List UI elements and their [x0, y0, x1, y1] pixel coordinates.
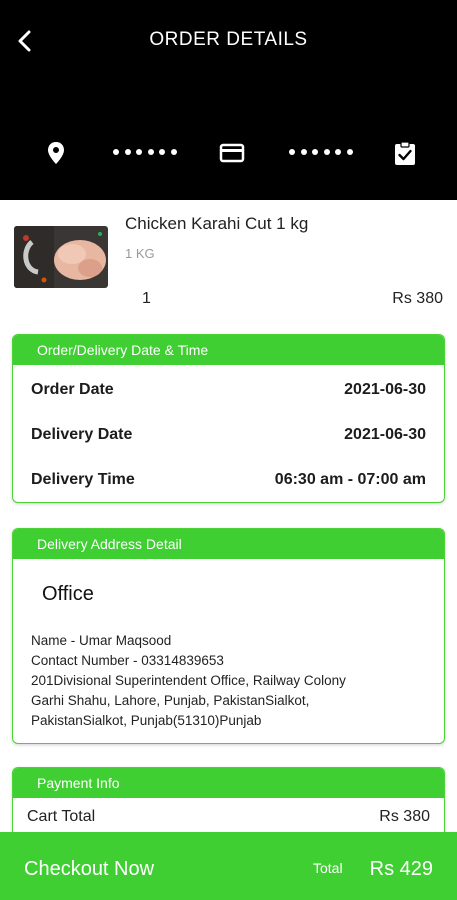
location-pin-icon: [42, 139, 70, 167]
header-bar: ORDER DETAILS: [0, 0, 457, 200]
item-name: Chicken Karahi Cut 1 kg: [125, 214, 309, 233]
address-line: Name - Umar Maqsood: [31, 633, 172, 648]
product-image: [14, 226, 108, 288]
checkout-bar[interactable]: Checkout Now Total Rs 429: [0, 832, 457, 900]
checkout-button[interactable]: Checkout Now: [24, 858, 154, 881]
cart-total-row: Cart Total Rs 380: [27, 808, 430, 826]
address-line: 201Divisional Superintendent Office, Rai…: [31, 673, 346, 688]
total-value: Rs 429: [369, 858, 433, 880]
item-quantity: 1: [142, 290, 151, 307]
order-date-value: 2021-06-30: [344, 381, 426, 398]
order-item: Chicken Karahi Cut 1 kg 1 KG 1 Rs 380: [0, 200, 457, 320]
delivery-date-label: Delivery Date: [31, 426, 133, 443]
address-type: Office: [42, 583, 94, 605]
address-line: Garhi Shahu, Lahore, Punjab, PakistanSia…: [31, 693, 310, 708]
delivery-time-row: Delivery Time 06:30 am - 07:00 am: [31, 471, 426, 495]
delivery-time-label: Delivery Time: [31, 471, 135, 488]
item-price: Rs 380: [392, 290, 443, 307]
order-date-label: Order Date: [31, 381, 114, 398]
cart-total-label: Cart Total: [27, 808, 96, 825]
address-card: Delivery Address Detail Office Name - Um…: [12, 528, 445, 744]
item-unit: 1 KG: [125, 246, 155, 261]
step-dots: [113, 149, 177, 157]
progress-steps: [0, 135, 457, 171]
order-date-row: Order Date 2021-06-30: [31, 381, 426, 405]
datetime-card-heading: Order/Delivery Date & Time: [13, 335, 444, 365]
delivery-date-value: 2021-06-30: [344, 426, 426, 443]
address-details: Name - Umar Maqsood Contact Number - 033…: [31, 631, 430, 731]
address-line: Contact Number - 03314839653: [31, 653, 224, 668]
clipboard-check-icon: [391, 139, 419, 167]
credit-card-icon: [218, 139, 246, 167]
cart-total-value: Rs 380: [379, 808, 430, 825]
delivery-date-row: Delivery Date 2021-06-30: [31, 426, 426, 450]
delivery-time-value: 06:30 am - 07:00 am: [274, 471, 426, 488]
datetime-card: Order/Delivery Date & Time Order Date 20…: [12, 334, 445, 503]
step-dots: [289, 149, 353, 157]
address-line: PakistanSialkot, Punjab(51310)Punjab: [31, 713, 262, 728]
total-label: Total: [313, 860, 343, 876]
page-title: ORDER DETAILS: [149, 29, 308, 50]
payment-card-heading: Payment Info: [13, 768, 444, 798]
address-card-heading: Delivery Address Detail: [13, 529, 444, 559]
